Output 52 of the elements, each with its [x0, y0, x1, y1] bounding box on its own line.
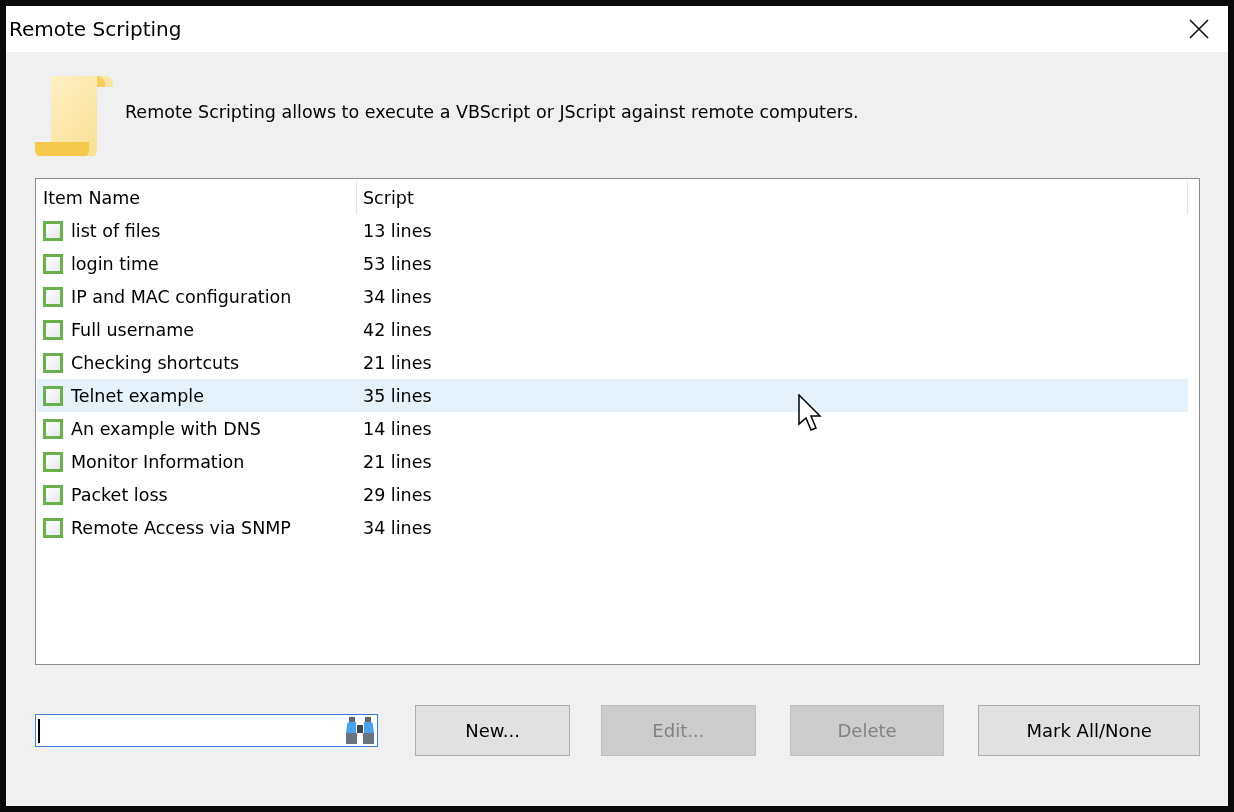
checkbox[interactable] — [43, 517, 63, 538]
list-row[interactable]: Packet loss 29 lines — [37, 478, 1188, 511]
list-row[interactable]: login time 53 lines — [37, 247, 1188, 280]
list-row[interactable]: Remote Access via SNMP 34 lines — [37, 511, 1188, 544]
script-length: 42 lines — [363, 319, 432, 340]
checkbox[interactable] — [43, 418, 63, 439]
text-caret — [38, 718, 40, 743]
search-field[interactable] — [35, 714, 379, 747]
item-name: Remote Access via SNMP — [71, 517, 291, 538]
script-length: 29 lines — [363, 484, 432, 505]
mark-all-button[interactable]: Mark All/None — [978, 705, 1200, 756]
mouse-pointer-icon — [798, 394, 824, 434]
script-length: 21 lines — [363, 352, 432, 373]
description-text: Remote Scripting allows to execute a VBScript or JScript against remote computers. — [125, 102, 859, 122]
item-name: Packet loss — [71, 484, 168, 505]
checkbox[interactable] — [43, 352, 63, 373]
column-header[interactable]: Script — [357, 181, 1188, 214]
script-length: 34 lines — [363, 286, 432, 307]
list-row[interactable]: Full username 42 lines — [37, 313, 1188, 346]
item-name: Checking shortcuts — [71, 352, 240, 373]
checkbox[interactable] — [43, 451, 63, 472]
script-length: 21 lines — [363, 451, 432, 472]
item-name: Telnet example — [71, 385, 204, 406]
scroll-icon — [35, 76, 113, 156]
binoculars-icon — [345, 716, 376, 745]
item-name: IP and MAC configuration — [71, 286, 292, 307]
new-button[interactable]: New... — [415, 705, 570, 756]
column-header[interactable]: Item Name — [37, 181, 357, 214]
item-name: Full username — [71, 319, 194, 340]
item-name: login time — [71, 253, 159, 274]
close-icon — [1189, 19, 1209, 39]
checkbox[interactable] — [43, 484, 63, 505]
checkbox[interactable] — [43, 286, 63, 307]
checkbox[interactable] — [43, 220, 63, 241]
item-name: An example with DNS — [71, 418, 261, 439]
window-title: Remote Scripting — [9, 17, 182, 41]
script-length: 35 lines — [363, 385, 432, 406]
script-length: 53 lines — [363, 253, 432, 274]
checkbox[interactable] — [43, 253, 63, 274]
script-length: 14 lines — [363, 418, 432, 439]
item-name: list of files — [71, 220, 161, 241]
list-row[interactable]: list of files 13 lines — [37, 214, 1188, 247]
list-row[interactable]: Telnet example 35 lines — [37, 379, 1188, 412]
script-length: 13 lines — [363, 220, 432, 241]
item-name: Monitor Information — [71, 451, 245, 472]
list-row[interactable]: An example with DNS 14 lines — [37, 412, 1188, 445]
list-row[interactable]: Checking shortcuts 21 lines — [37, 346, 1188, 379]
script-length: 34 lines — [363, 517, 432, 538]
checkbox[interactable] — [43, 319, 63, 340]
list-row[interactable]: IP and MAC configuration 34 lines — [37, 280, 1188, 313]
checkbox[interactable] — [43, 385, 63, 406]
list-row[interactable]: Monitor Information 21 lines — [37, 445, 1188, 478]
